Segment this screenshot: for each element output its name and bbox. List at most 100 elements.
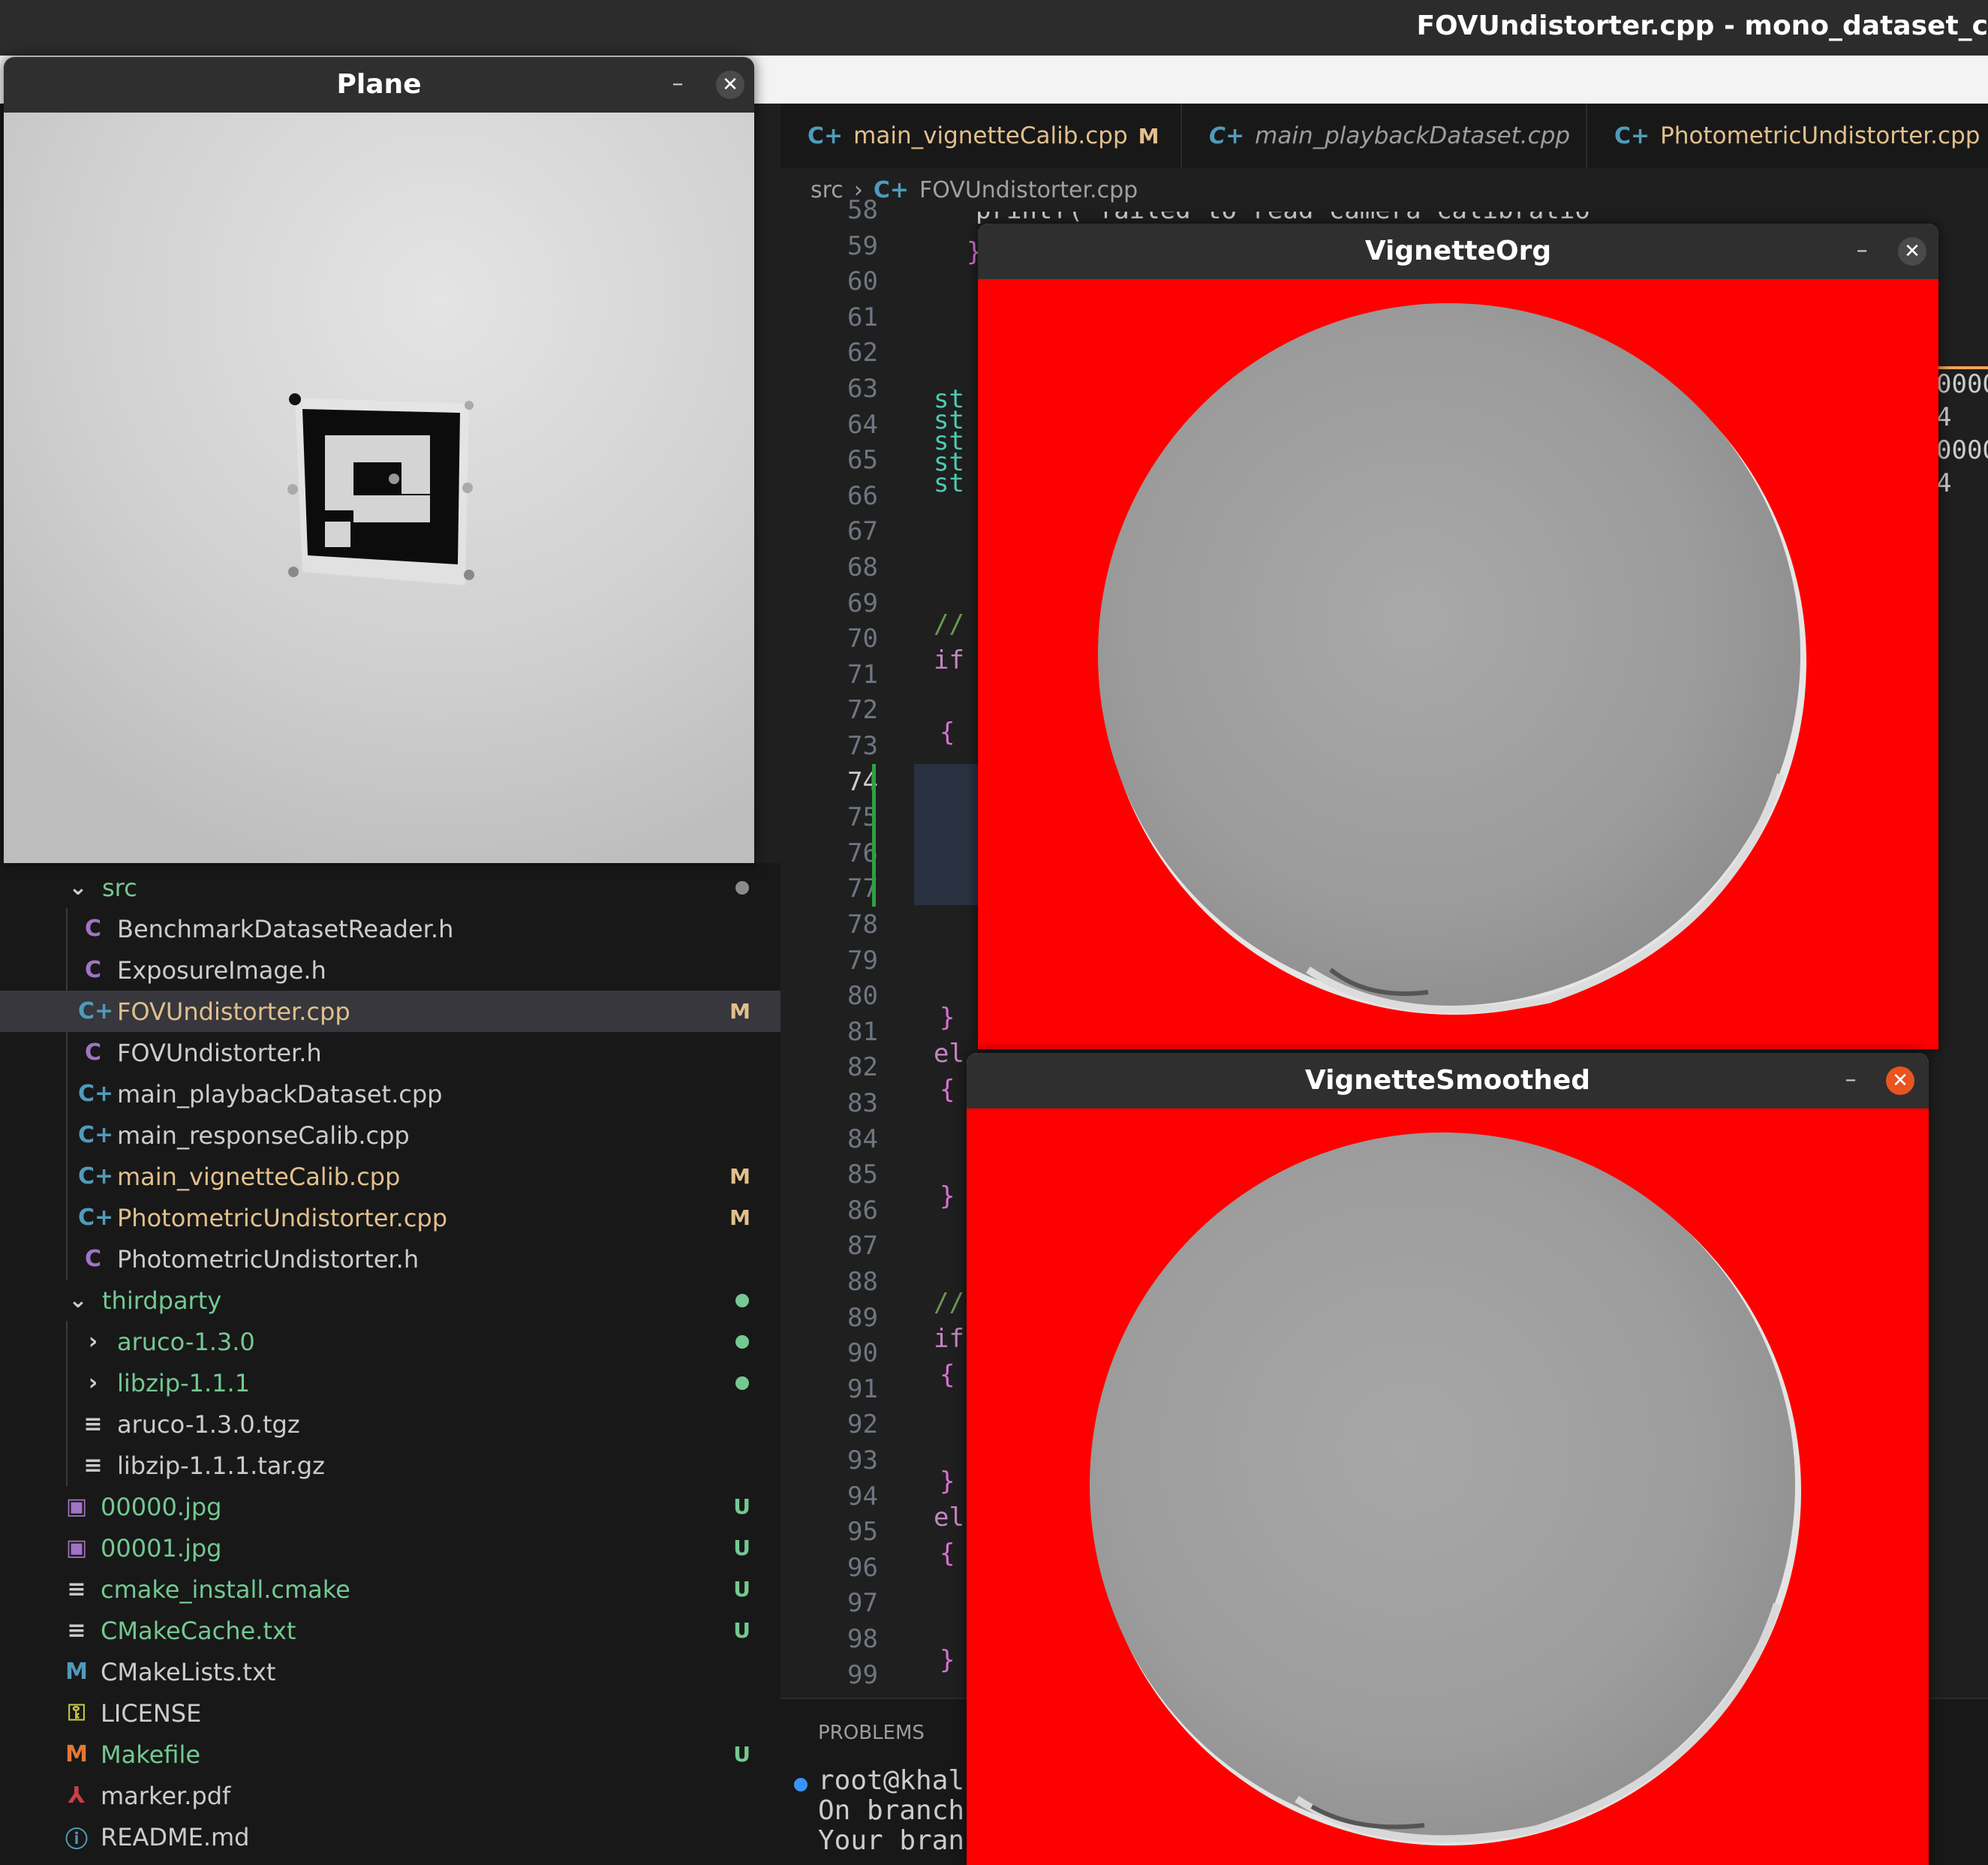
line-number: 58 (847, 195, 878, 225)
code-line-91: { (940, 1360, 955, 1390)
code-line-90: if (934, 1324, 964, 1354)
explorer-item[interactable]: C BenchmarkDatasetReader.h (0, 908, 780, 949)
explorer-item[interactable]: C+ PhotometricUndistorter.cpp M (0, 1197, 780, 1238)
minimize-icon[interactable]: – (664, 71, 691, 98)
code-line-86: } (940, 1181, 955, 1211)
explorer-item[interactable]: ≡ aruco-1.3.0.tgz (0, 1403, 780, 1445)
explorer-item[interactable]: C+ main_playbackDataset.cpp (0, 1073, 780, 1114)
cpp-file-icon: C+ (78, 1081, 114, 1107)
tab-photometricundistorter[interactable]: C+ PhotometricUndistorter.cpp M (1587, 104, 1988, 168)
vignette-smoothed-image (967, 1108, 1929, 1865)
tab-modified-badge: M (1138, 123, 1159, 149)
explorer-item[interactable]: › libzip-1.1.1 (0, 1362, 780, 1403)
explorer-item[interactable]: ⌄ thirdparty (0, 1280, 780, 1321)
line-number: 77 (847, 874, 878, 904)
line-number: 64 (847, 410, 878, 440)
selection-highlight (914, 764, 982, 905)
editor-tabs: C+ main_vignetteCalib.cpp M C+ main_play… (780, 104, 1988, 168)
git-status-dot (735, 1293, 749, 1307)
explorer-item[interactable]: ⅄ marker.pdf (0, 1775, 780, 1816)
file-explorer: ⌄ src C BenchmarkDatasetReader.h C ExposureIm… (0, 863, 780, 1865)
line-number: 79 (847, 946, 878, 976)
git-status-badge: M (729, 999, 750, 1024)
code-line-81: } (940, 1003, 955, 1033)
breadcrumb-file[interactable]: FOVUndistorter.cpp (919, 177, 1138, 203)
explorer-item[interactable]: C+ main_vignetteCalib.cpp M (0, 1156, 780, 1197)
git-status-dot (735, 1376, 749, 1390)
line-number: 96 (847, 1553, 878, 1583)
explorer-item-label: aruco-1.3.0.tgz (117, 1409, 300, 1439)
explorer-item[interactable]: C PhotometricUndistorter.h (0, 1238, 780, 1280)
tab-main-playbackdataset[interactable]: C+ main_playbackDataset.cpp (1182, 104, 1587, 168)
window-titlebar[interactable]: VignetteSmoothed – ✕ (967, 1053, 1929, 1108)
window-titlebar[interactable]: VignetteOrg – ✕ (978, 224, 1938, 279)
line-number: 74 (847, 767, 878, 797)
explorer-item[interactable]: C ExposureImage.h (0, 949, 780, 991)
minimize-icon[interactable]: – (1837, 1066, 1864, 1093)
aruco-marker-image (4, 113, 754, 863)
explorer-item[interactable]: ⌄ src (0, 867, 780, 908)
explorer-item[interactable]: M CMakeLists.txt (0, 1651, 780, 1692)
line-number-gutter: 58 59 60 61 62 63 64 65 66 67 68 69 70 71 72 73 74 75 76 77… (780, 195, 878, 1698)
image-file-icon: ▣ (65, 1535, 88, 1561)
indent-guide (66, 908, 68, 1280)
cpp-file-icon: C+ (1209, 122, 1245, 149)
explorer-item-label: BenchmarkDatasetReader.h (117, 914, 454, 943)
explorer-item-label: libzip-1.1.1.tar.gz (117, 1451, 325, 1480)
explorer-item[interactable]: C+ main_responseCalib.cpp (0, 1114, 780, 1156)
vignette-smoothed-window[interactable]: VignetteSmoothed – ✕ (967, 1053, 1929, 1865)
cpp-file-icon: C+ (78, 998, 114, 1024)
code-line-96: { (940, 1539, 955, 1569)
git-status-badge: M (729, 1164, 750, 1189)
explorer-item[interactable]: ≡ libzip-1.1.1.tar.gz (0, 1445, 780, 1486)
tab-main-vignettecalib[interactable]: C+ main_vignetteCalib.cpp M (780, 104, 1182, 168)
line-number: 98 (847, 1624, 878, 1654)
explorer-item[interactable]: ⚿ LICENSE (0, 1692, 780, 1734)
window-titlebar[interactable]: Plane – ✕ (4, 57, 754, 113)
explorer-item-label: LICENSE (101, 1698, 202, 1728)
line-number: 62 (847, 338, 878, 368)
explorer-item[interactable]: ⓘ README.md (0, 1816, 780, 1857)
line-number: 85 (847, 1160, 878, 1190)
explorer-item[interactable]: › aruco-1.3.0 (0, 1321, 780, 1362)
minimize-icon[interactable]: – (1848, 237, 1875, 264)
plane-window[interactable]: Plane – ✕ (4, 57, 754, 863)
tab-label: PhotometricUndistorter.cpp (1660, 122, 1980, 149)
cpp-file-icon: C+ (873, 176, 909, 203)
git-status-badge: U (733, 1536, 750, 1560)
explorer-item-label: FOVUndistorter.h (117, 1038, 322, 1067)
explorer-item[interactable]: ▣ 00001.jpg U (0, 1527, 780, 1569)
tab-problems[interactable]: PROBLEMS (818, 1722, 925, 1744)
vignette-org-window[interactable]: VignetteOrg – ✕ (978, 224, 1938, 1049)
close-icon[interactable]: ✕ (1886, 1066, 1914, 1095)
output-line: 4 (1936, 402, 1952, 432)
explorer-item[interactable]: ≡ cmake_install.cmake U (0, 1569, 780, 1610)
close-icon[interactable]: ✕ (1898, 237, 1926, 266)
git-status-badge: U (733, 1742, 750, 1767)
chevron-down-icon: ⌄ (68, 874, 88, 901)
vignette-sphere (1098, 303, 1806, 1015)
os-titlebar: FOVUndistorter.cpp - mono_dataset_c (0, 0, 1988, 56)
line-number: 92 (847, 1409, 878, 1439)
side-output-panel: 0000 4 0000 4 (1936, 212, 1988, 797)
code-line-94: } (940, 1466, 955, 1497)
explorer-item-label: marker.pdf (101, 1781, 231, 1810)
vignette-sphere (1090, 1133, 1801, 1845)
explorer-item[interactable]: ≡ CMakeCache.txt U (0, 1610, 780, 1651)
explorer-item[interactable]: C+ FOVUndistorter.cpp M (0, 991, 780, 1032)
explorer-item-label: PhotometricUndistorter.h (117, 1244, 420, 1274)
explorer-item[interactable]: M Makefile U (0, 1734, 780, 1775)
terminal-line: Your branc (818, 1825, 981, 1856)
pdf-file-icon: ⅄ (68, 1782, 86, 1809)
text-file-icon: ≡ (83, 1411, 103, 1437)
explorer-item-label: README.md (101, 1822, 250, 1851)
close-icon[interactable]: ✕ (716, 71, 744, 99)
chevron-right-icon: › (88, 1328, 98, 1355)
explorer-item[interactable]: C FOVUndistorter.h (0, 1032, 780, 1073)
explorer-item[interactable]: ▣ 00000.jpg U (0, 1486, 780, 1527)
line-number: 93 (847, 1445, 878, 1475)
c-header-file-icon: C (84, 916, 102, 942)
cmake-file-icon: M (65, 1659, 88, 1685)
explorer-item-label: src (102, 873, 137, 902)
chevron-down-icon: ⌄ (68, 1287, 88, 1313)
